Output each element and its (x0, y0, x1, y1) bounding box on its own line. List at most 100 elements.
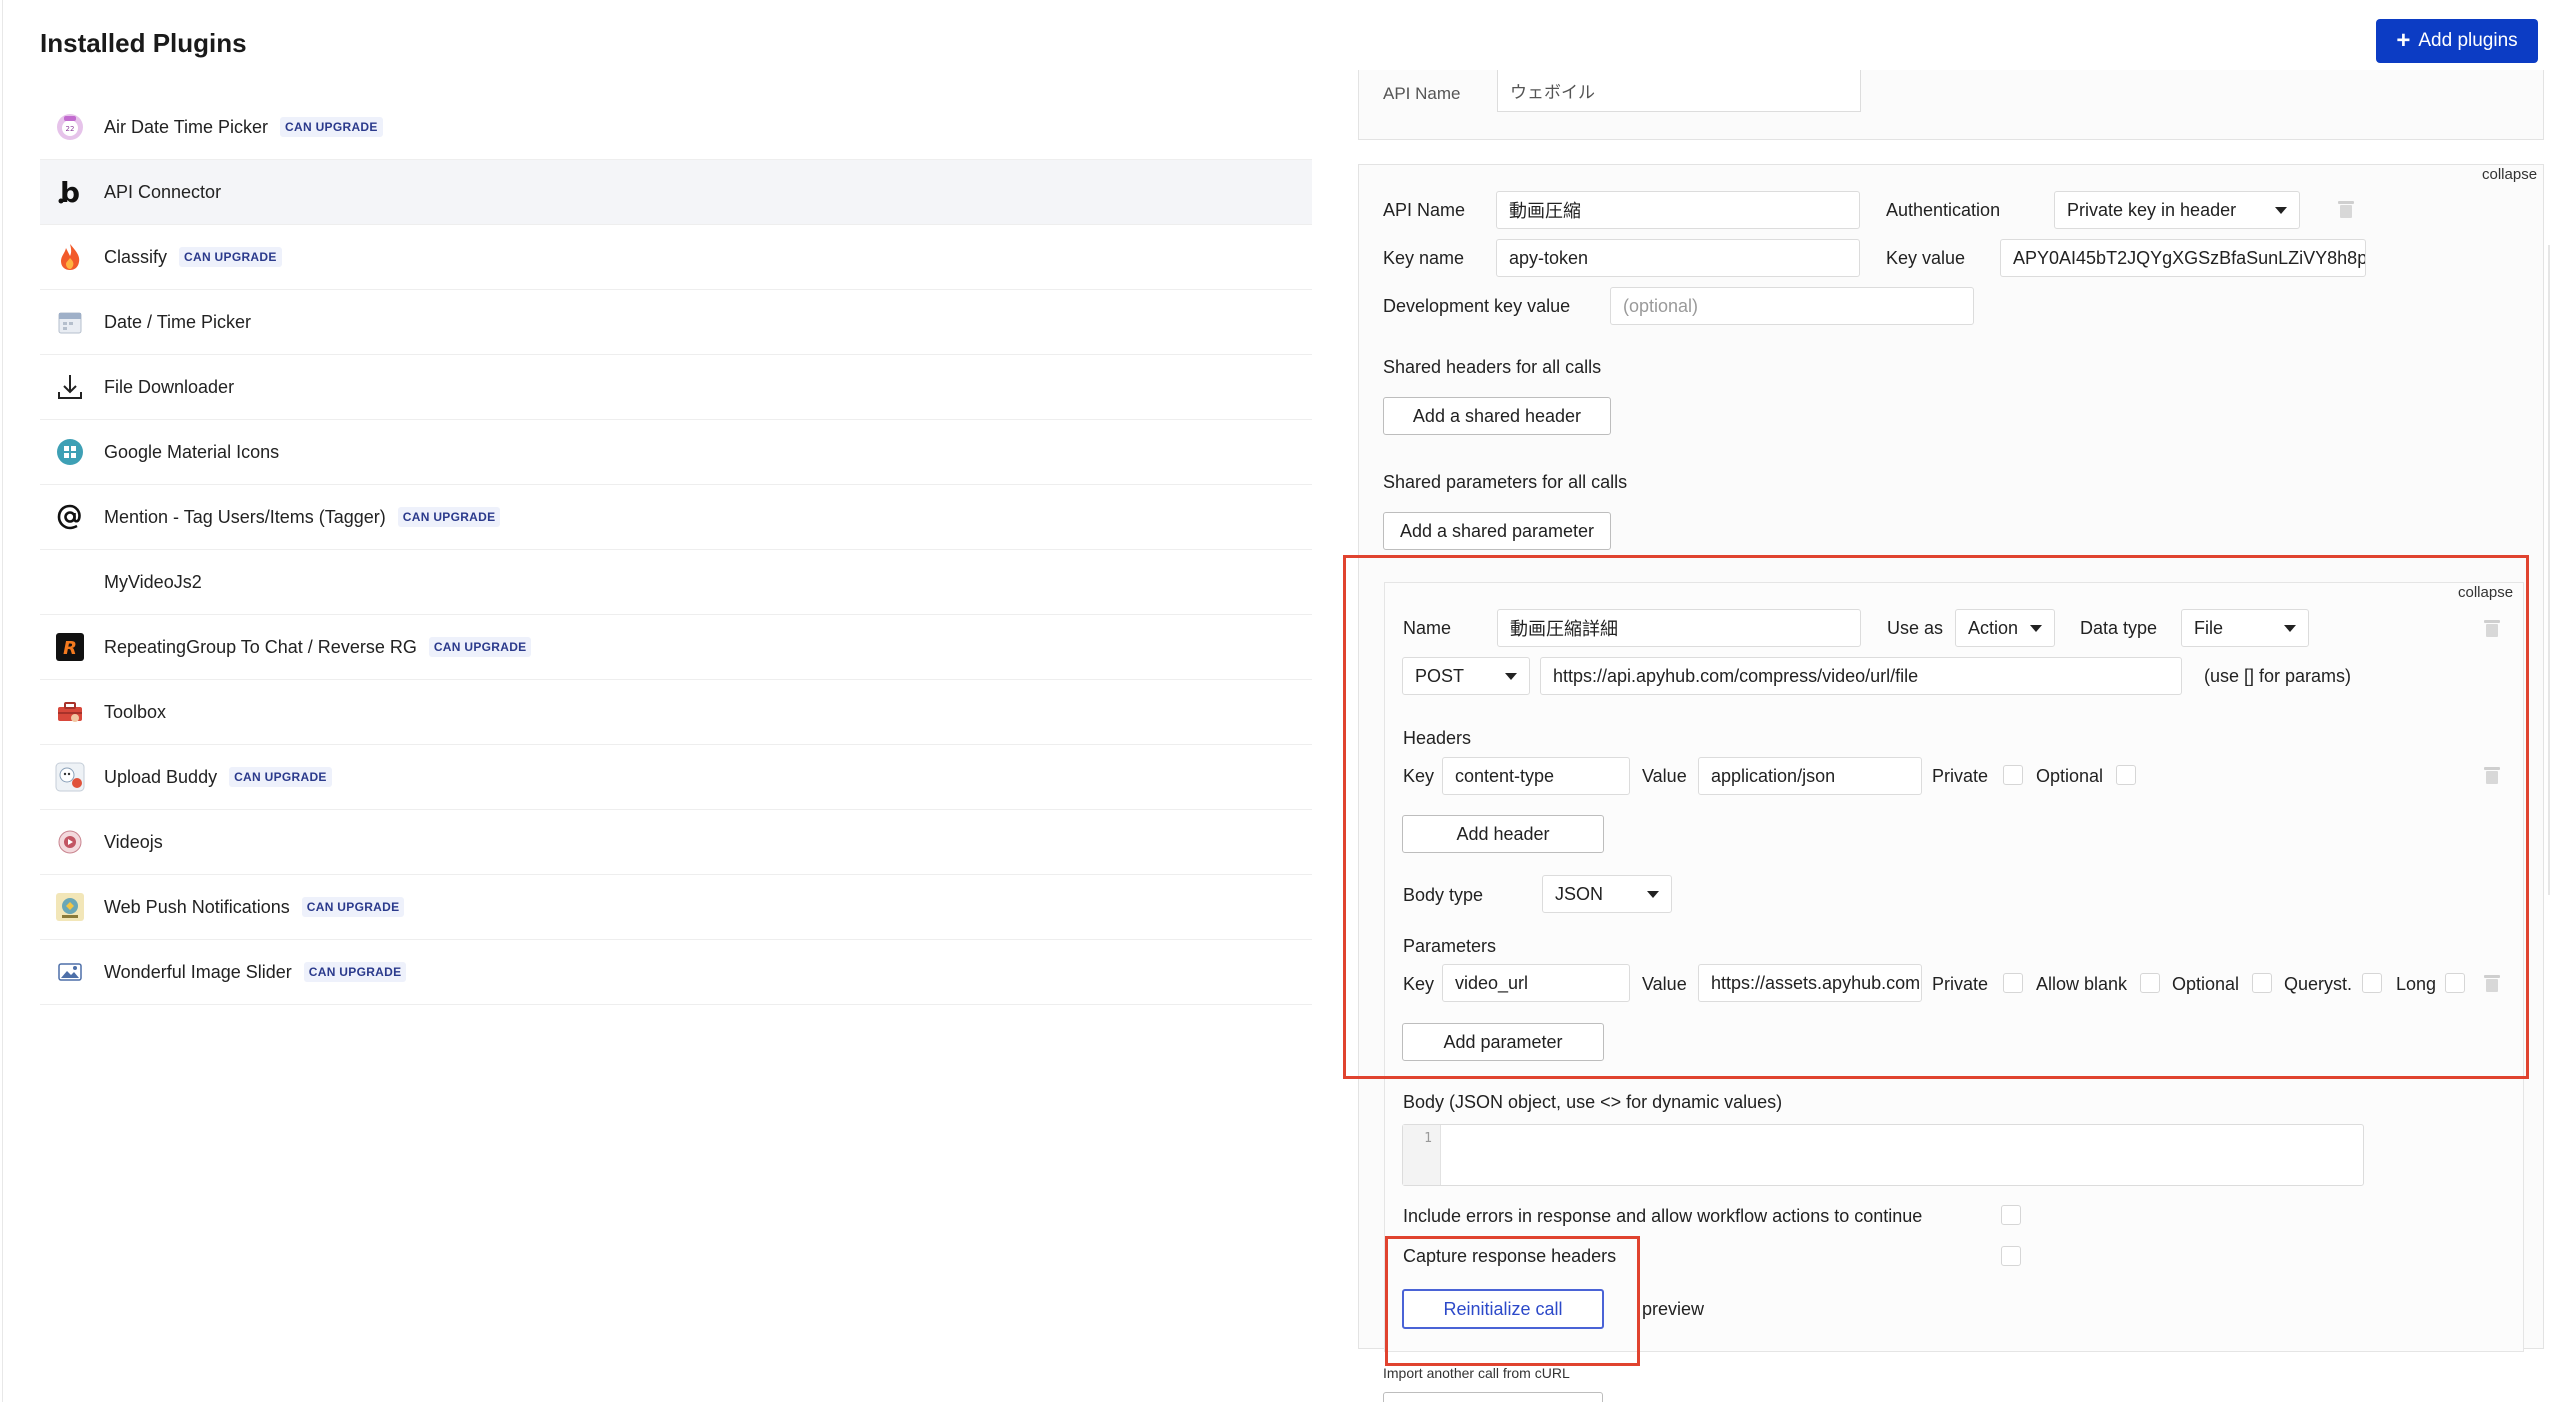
shared-headers-label: Shared headers for all calls (1383, 357, 1602, 377)
param-value-label: Value (1642, 974, 1687, 994)
upgrade-badge: CAN UPGRADE (428, 637, 532, 657)
plugin-item-upload-buddy[interactable]: Upload Buddy CAN UPGRADE (40, 745, 1312, 810)
plugin-item-date-time-picker[interactable]: Date / Time Picker (40, 290, 1312, 355)
plugin-item-google-material-icons[interactable]: Google Material Icons (40, 420, 1312, 485)
image-slider-icon (52, 954, 88, 990)
shared-params-label: Shared parameters for all calls (1383, 472, 1628, 492)
delete-call-icon[interactable] (2484, 619, 2500, 637)
include-errors-checkbox[interactable] (2001, 1205, 2021, 1225)
data-type-label: Data type (2080, 618, 2158, 638)
add-shared-parameter-button[interactable]: Add a shared parameter (1383, 512, 1611, 550)
at-sign-icon (52, 499, 88, 535)
left-edge-divider (2, 0, 3, 1402)
header-optional-checkbox[interactable] (2116, 765, 2136, 785)
capture-headers-label: Capture response headers (1403, 1246, 1617, 1266)
body-code-editor[interactable]: 1 (1402, 1124, 2364, 1186)
plugin-name: RepeatingGroup To Chat / Reverse RG (104, 636, 417, 657)
http-method-select[interactable]: POST (1402, 657, 1530, 695)
add-plugins-label: Add plugins (2418, 30, 2518, 51)
parameters-label: Parameters (1403, 936, 1497, 956)
param-value-input[interactable]: https://assets.apyhub.com (1698, 964, 1922, 1002)
use-as-select[interactable]: Action (1955, 609, 2055, 647)
call-collapse-link[interactable]: collapse (2458, 584, 2513, 601)
upgrade-badge: CAN UPGRADE (179, 247, 282, 267)
param-private-checkbox[interactable] (2003, 973, 2023, 993)
plugin-item-toolbox[interactable]: Toolbox (40, 680, 1312, 745)
header-key-input[interactable]: content-type (1442, 757, 1630, 795)
header-value-input[interactable]: application/json (1698, 757, 1922, 795)
delete-header-icon[interactable] (2484, 766, 2500, 784)
upgrade-badge: CAN UPGRADE (397, 507, 501, 527)
plugin-item-mention-tagger[interactable]: Mention - Tag Users/Items (Tagger) CAN U… (40, 485, 1312, 550)
calendar-icon (52, 304, 88, 340)
delete-parameter-icon[interactable] (2484, 974, 2500, 992)
long-checkbox[interactable] (2445, 973, 2465, 993)
endpoint-url-input[interactable]: https://api.apyhub.com/compress/video/ur… (1540, 657, 2182, 695)
header-private-label: Private (1932, 766, 1989, 786)
upgrade-badge: CAN UPGRADE (303, 962, 407, 982)
dev-key-label: Development key value (1383, 296, 1571, 316)
plugin-list: 22 Air Date Time Picker CAN UPGRADE b AP… (40, 95, 1312, 1005)
toolbox-icon (52, 694, 88, 730)
use-as-label: Use as (1887, 618, 1944, 638)
download-icon (52, 369, 88, 405)
upgrade-badge: CAN UPGRADE (229, 767, 332, 787)
chevron-down-icon (2275, 206, 2287, 214)
add-header-button[interactable]: Add header (1402, 815, 1604, 853)
import-curl-label: Import another call from cURL (1383, 1365, 1570, 1381)
plugin-item-file-downloader[interactable]: File Downloader (40, 355, 1312, 420)
api-name-input[interactable]: ウェボイル (1497, 70, 1861, 112)
param-optional-checkbox[interactable] (2252, 973, 2272, 993)
call-name-input[interactable]: 動画圧縮詳細 (1497, 609, 1861, 647)
air-date-time-picker-icon: 22 (52, 109, 88, 145)
plugin-item-web-push-notifications[interactable]: Web Push Notifications CAN UPGRADE (40, 875, 1312, 940)
plugin-item-repeatinggroup-chat[interactable]: R RepeatingGroup To Chat / Reverse RG CA… (40, 615, 1312, 680)
upgrade-badge: CAN UPGRADE (280, 117, 383, 137)
body-type-select[interactable]: JSON (1542, 875, 1672, 913)
authentication-value: Private key in header (2067, 199, 2237, 220)
use-as-value: Action (1968, 617, 2019, 638)
api-name-label: API Name (1383, 84, 1461, 103)
param-key-input[interactable]: video_url (1442, 964, 1630, 1002)
dev-key-input[interactable]: (optional) (1610, 287, 1974, 325)
data-type-select[interactable]: File (2181, 609, 2309, 647)
web-push-icon (52, 889, 88, 925)
body-type-value: JSON (1555, 883, 1604, 904)
header-value-label: Value (1642, 766, 1687, 786)
authentication-select[interactable]: Private key in header (2054, 191, 2300, 229)
videojs-icon (52, 824, 88, 860)
add-shared-header-button[interactable]: Add a shared header (1383, 397, 1611, 435)
key-value-input[interactable]: APY0AI45bT2JQYgXGSzBfaSunLZiVY8h8pX3 (2000, 239, 2366, 277)
add-plugins-button[interactable]: + Add plugins (2376, 19, 2538, 63)
header-private-checkbox[interactable] (2003, 765, 2023, 785)
key-name-input[interactable]: apy-token (1496, 239, 1860, 277)
body-label: Body (JSON object, use <> for dynamic va… (1403, 1092, 1783, 1112)
plugin-item-air-date-time-picker[interactable]: 22 Air Date Time Picker CAN UPGRADE (40, 95, 1312, 160)
param-private-label: Private (1932, 974, 1989, 994)
reinitialize-call-button[interactable]: Reinitialize call (1402, 1289, 1604, 1329)
import-curl-button[interactable] (1383, 1392, 1603, 1402)
plugin-name: Air Date Time Picker (104, 116, 269, 137)
chevron-down-icon (1647, 890, 1659, 898)
allow-blank-checkbox[interactable] (2140, 973, 2160, 993)
plugin-item-videojs[interactable]: Videojs (40, 810, 1312, 875)
headers-label: Headers (1403, 728, 1472, 748)
plugin-name: Videojs (104, 831, 163, 852)
plugin-item-api-connector[interactable]: b API Connector (40, 160, 1312, 225)
capture-headers-checkbox[interactable] (2001, 1246, 2021, 1266)
plugin-item-myvideojs2[interactable]: MyVideoJs2 (40, 550, 1312, 615)
upload-buddy-icon (52, 759, 88, 795)
data-type-value: File (2194, 617, 2224, 638)
plugin-item-wonderful-image-slider[interactable]: Wonderful Image Slider CAN UPGRADE (40, 940, 1312, 1005)
authentication-label: Authentication (1886, 200, 2001, 220)
preview-link[interactable]: preview (1642, 1299, 1704, 1320)
plus-icon: + (2396, 27, 2411, 54)
delete-api-icon[interactable] (2338, 200, 2354, 218)
api-name-input[interactable]: 動画圧縮 (1496, 191, 1860, 229)
key-value-label: Key value (1886, 248, 1966, 268)
scrollbar-track[interactable] (2548, 245, 2550, 895)
add-parameter-button[interactable]: Add parameter (1402, 1023, 1604, 1061)
plugin-item-classify[interactable]: Classify CAN UPGRADE (40, 225, 1312, 290)
queryst-checkbox[interactable] (2362, 973, 2382, 993)
api-collapse-link[interactable]: collapse (2482, 166, 2537, 183)
